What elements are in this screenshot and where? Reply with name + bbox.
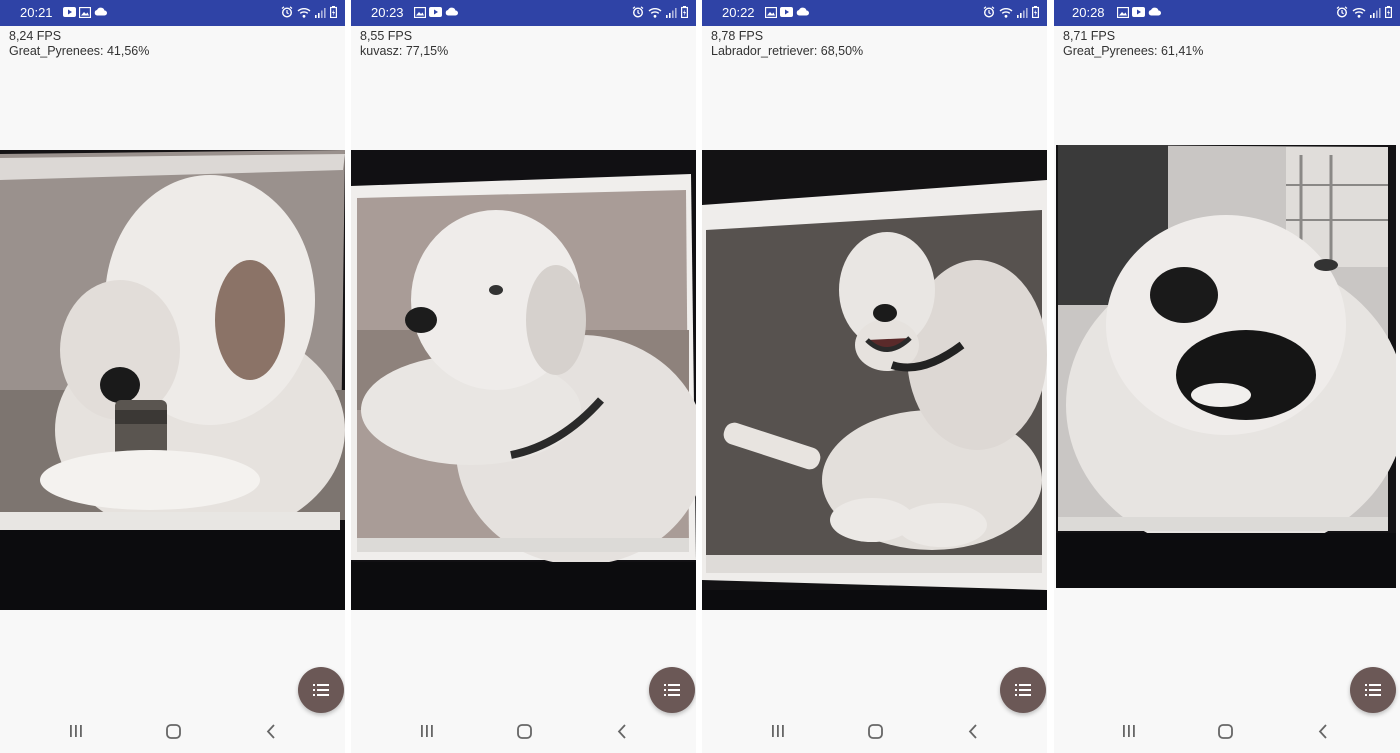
inference-readouts: 8,78 FPS Labrador_retriever: 68,50% [711, 29, 863, 58]
back-icon[interactable] [968, 724, 978, 739]
wifi-icon [999, 7, 1013, 18]
youtube-icon [63, 7, 76, 17]
list-icon [664, 684, 680, 696]
fps-text: 8,55 FPS [360, 29, 413, 43]
status-bar: 20:21 [0, 0, 345, 26]
status-time: 20:22 [722, 5, 755, 20]
navigation-bar [351, 716, 696, 753]
image-icon [79, 7, 91, 18]
youtube-icon [429, 7, 442, 17]
status-left-icons [1117, 7, 1161, 18]
battery-icon [1385, 6, 1392, 18]
navigation-bar [702, 716, 1047, 753]
inference-readouts: 8,55 FPS kuvasz: 77,15% [360, 29, 448, 58]
fps-text: 8,24 FPS [9, 29, 62, 43]
cloud-icon [445, 7, 458, 16]
alarm-icon [1336, 6, 1348, 18]
back-icon[interactable] [1318, 724, 1328, 739]
list-icon [1365, 684, 1381, 696]
image-icon [765, 7, 777, 18]
camera-preview [702, 150, 1047, 610]
fps-text: 8,78 FPS [711, 29, 764, 43]
home-icon[interactable] [868, 724, 883, 739]
status-bar: 20:23 [351, 0, 696, 26]
fps-text: 8,71 FPS [1063, 29, 1116, 43]
home-icon[interactable] [1218, 724, 1233, 739]
list-fab-button[interactable] [649, 667, 695, 713]
signal-icon [1017, 7, 1028, 18]
list-icon [313, 684, 329, 696]
prediction-text: Labrador_retriever: 68,50% [711, 43, 864, 58]
status-right-icons [983, 6, 1039, 18]
youtube-icon [780, 7, 793, 17]
list-fab-button[interactable] [298, 667, 344, 713]
prediction-text: kuvasz: 77,15% [360, 43, 449, 58]
navigation-bar [0, 716, 345, 753]
status-bar: 20:28 [1054, 0, 1400, 26]
list-icon [1015, 684, 1031, 696]
inference-readouts: 8,71 FPS Great_Pyrenees: 61,41% [1063, 29, 1203, 58]
wifi-icon [1352, 7, 1366, 18]
camera-preview [351, 150, 696, 610]
recents-icon[interactable] [69, 724, 83, 738]
signal-icon [315, 7, 326, 18]
phone-screen-4: 20:28 8,71 FPS Great_Pyrenees: 61,41% [1054, 0, 1400, 753]
wifi-icon [648, 7, 662, 18]
cloud-icon [796, 7, 809, 16]
prediction-text: Great_Pyrenees: 41,56% [9, 43, 150, 58]
camera-frame-image [351, 150, 696, 610]
alarm-icon [983, 6, 995, 18]
status-left-icons [63, 7, 107, 18]
recents-icon[interactable] [420, 724, 434, 738]
signal-icon [1370, 7, 1381, 18]
status-time: 20:28 [1072, 5, 1105, 20]
phone-screen-2: 20:23 8,55 FPS kuvasz: 77,15% [351, 0, 696, 753]
battery-icon [330, 6, 337, 18]
image-icon [1117, 7, 1129, 18]
screenshot-collage: 20:21 8,24 FPS Great_Pyrenees: 41,56% 20… [0, 0, 1400, 753]
recents-icon[interactable] [771, 724, 785, 738]
back-icon[interactable] [617, 724, 627, 739]
signal-icon [666, 7, 677, 18]
camera-preview [1056, 145, 1396, 588]
camera-frame-image [0, 150, 345, 610]
camera-frame-image [702, 150, 1047, 610]
inference-readouts: 8,24 FPS Great_Pyrenees: 41,56% [9, 29, 149, 58]
back-icon[interactable] [266, 724, 276, 739]
status-right-icons [1336, 6, 1392, 18]
status-left-icons [414, 7, 458, 18]
prediction-text: Great_Pyrenees: 61,41% [1063, 43, 1204, 58]
alarm-icon [281, 6, 293, 18]
alarm-icon [632, 6, 644, 18]
status-bar: 20:22 [702, 0, 1047, 26]
youtube-icon [1132, 7, 1145, 17]
image-icon [414, 7, 426, 18]
battery-icon [1032, 6, 1039, 18]
phone-screen-3: 20:22 8,78 FPS Labrador_retriever: 68,50… [702, 0, 1047, 753]
status-right-icons [281, 6, 337, 18]
home-icon[interactable] [517, 724, 532, 739]
status-left-icons [765, 7, 809, 18]
camera-frame-image [1056, 145, 1396, 588]
cloud-icon [94, 7, 107, 16]
status-time: 20:21 [20, 5, 53, 20]
status-time: 20:23 [371, 5, 404, 20]
battery-icon [681, 6, 688, 18]
cloud-icon [1148, 7, 1161, 16]
navigation-bar [1054, 716, 1400, 753]
camera-preview [0, 150, 345, 610]
phone-screen-1: 20:21 8,24 FPS Great_Pyrenees: 41,56% [0, 0, 345, 753]
recents-icon[interactable] [1122, 724, 1136, 738]
list-fab-button[interactable] [1350, 667, 1396, 713]
home-icon[interactable] [166, 724, 181, 739]
wifi-icon [297, 7, 311, 18]
list-fab-button[interactable] [1000, 667, 1046, 713]
status-right-icons [632, 6, 688, 18]
